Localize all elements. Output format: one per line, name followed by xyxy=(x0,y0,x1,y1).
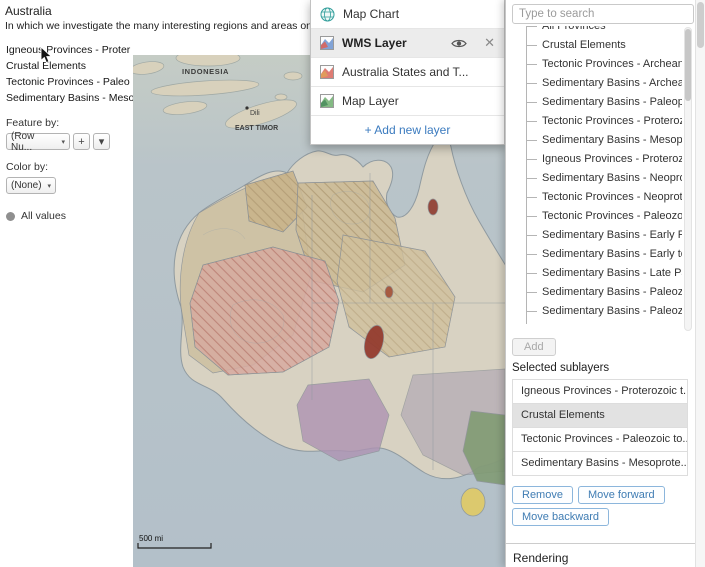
scale-label: 500 mi xyxy=(139,534,163,543)
legend-item[interactable]: Crustal Elements xyxy=(0,58,133,74)
add-sublayer-button[interactable]: Add xyxy=(512,338,556,356)
move-backward-button[interactable]: Move backward xyxy=(512,508,609,526)
move-forward-button[interactable]: Move forward xyxy=(578,486,665,504)
page-title: Australia xyxy=(5,4,52,18)
layer-menu-item[interactable]: Australia States and T... xyxy=(311,58,504,87)
map-layer-icon xyxy=(320,94,334,108)
tree-item[interactable]: Tectonic Provinces - Proterozoic xyxy=(512,112,682,131)
tree-item[interactable]: Tectonic Provinces - Neoproter... xyxy=(512,188,682,207)
tree-item[interactable]: Sedimentary Basins - Early to L... xyxy=(512,245,682,264)
east-timor-label: EAST TIMOR xyxy=(235,125,278,132)
panel-scrollbar[interactable] xyxy=(695,0,705,567)
selected-sublayers-label: Selected sublayers xyxy=(512,362,609,374)
layer-menu-label: Map Layer xyxy=(342,94,399,108)
feature-by-value: (Row Nu... xyxy=(11,131,57,153)
tree-item[interactable]: Sedimentary Basins - Paleozoic... xyxy=(512,283,682,302)
feature-menu-button[interactable]: ▾ xyxy=(93,133,110,150)
selected-sublayer-item[interactable]: Tectonic Provinces - Paleozoic to... xyxy=(513,428,687,452)
selected-sublayer-item[interactable]: Sedimentary Basins - Mesoprote... xyxy=(513,452,687,476)
states-layer-icon xyxy=(320,65,334,79)
color-by-select[interactable]: (None) ▾ xyxy=(6,177,56,194)
dili-label: Dili xyxy=(250,110,260,117)
color-by-label: Color by: xyxy=(6,161,133,173)
tree-scrollbar-thumb[interactable] xyxy=(685,29,691,101)
tree-item[interactable]: Sedimentary Basins - Neoprote... xyxy=(512,169,682,188)
all-values-row[interactable]: All values xyxy=(6,210,133,222)
tree-item[interactable]: Crustal Elements xyxy=(512,36,682,55)
tree-item[interactable]: Sedimentary Basins - Paleozoic... xyxy=(512,302,682,321)
legend-item[interactable]: Igneous Provinces - Proter xyxy=(0,42,133,58)
tree-scrollbar[interactable] xyxy=(684,27,692,331)
close-icon[interactable]: ✕ xyxy=(484,35,495,51)
sublayer-tree: All ProvincesCrustal ElementsTectonic Pr… xyxy=(512,26,682,332)
selected-sublayer-item[interactable]: Igneous Provinces - Proterozoic t... xyxy=(513,380,687,404)
feature-by-select[interactable]: (Row Nu... ▾ xyxy=(6,133,70,150)
tasmania xyxy=(461,488,485,516)
remove-button[interactable]: Remove xyxy=(512,486,573,504)
selected-sublayer-item[interactable]: Crustal Elements xyxy=(513,404,687,428)
tree-item[interactable]: Igneous Provinces - Proterozoi... xyxy=(512,150,682,169)
all-values-swatch xyxy=(6,212,15,221)
layer-menu-item[interactable]: Map Layer xyxy=(311,87,504,116)
tree-item[interactable]: Sedimentary Basins - Late Pale... xyxy=(512,264,682,283)
tree-item[interactable]: Sedimentary Basins - Mesoprot... xyxy=(512,131,682,150)
eye-icon[interactable] xyxy=(451,38,467,49)
layer-menu-label: Australia States and T... xyxy=(342,65,469,79)
add-feature-button[interactable]: + xyxy=(73,133,90,150)
legend-list: Igneous Provinces - ProterCrustal Elemen… xyxy=(0,42,133,106)
wms-sublayer-panel: All ProvincesCrustal ElementsTectonic Pr… xyxy=(505,0,705,567)
globe-icon xyxy=(320,7,335,22)
legend-item[interactable]: Tectonic Provinces - Paleo xyxy=(0,74,133,90)
indonesia-label: INDONESIA xyxy=(182,67,229,76)
color-by-value: (None) xyxy=(11,180,42,191)
dili-marker xyxy=(245,106,248,109)
layer-menu-label: WMS Layer xyxy=(342,36,407,50)
tree-item[interactable]: Sedimentary Basins - Paleoprot... xyxy=(512,93,682,112)
layer-menu-list: Map Chart WMS Layer ✕ Australia States and … xyxy=(311,0,504,116)
feature-by-label: Feature by: xyxy=(6,117,133,129)
legend-item[interactable]: Sedimentary Basins - Meso xyxy=(0,90,133,106)
tree-item[interactable]: Tectonic Provinces - Paleozoic t... xyxy=(512,207,682,226)
tree-item[interactable]: All Provinces xyxy=(512,26,682,36)
left-controls: Igneous Provinces - ProterCrustal Elemen… xyxy=(0,42,133,567)
selected-sublayers-list: Igneous Provinces - Proterozoic t...Crus… xyxy=(512,379,688,476)
layer-menu: Map Chart WMS Layer ✕ Australia States and … xyxy=(310,0,505,145)
layer-menu-item[interactable]: Map Chart xyxy=(311,0,504,29)
search-input[interactable] xyxy=(512,4,694,24)
tree-item[interactable]: Tectonic Provinces - Archean to... xyxy=(512,55,682,74)
layer-menu-label: Map Chart xyxy=(343,7,399,21)
tree-item[interactable]: Sedimentary Basins - Archean t... xyxy=(512,74,682,93)
chevron-down-icon: ▾ xyxy=(47,182,51,190)
panel-scrollbar-thumb[interactable] xyxy=(697,2,704,48)
wms-layer-icon xyxy=(320,36,334,50)
rendering-section-label: Rendering xyxy=(506,543,705,565)
tree-item[interactable]: Sedimentary Basins - Early Pal... xyxy=(512,226,682,245)
add-new-layer-button[interactable]: + Add new layer xyxy=(311,116,504,144)
chevron-down-icon: ▾ xyxy=(61,138,65,146)
layer-menu-item[interactable]: WMS Layer ✕ xyxy=(311,29,504,58)
all-values-label: All values xyxy=(21,210,66,222)
